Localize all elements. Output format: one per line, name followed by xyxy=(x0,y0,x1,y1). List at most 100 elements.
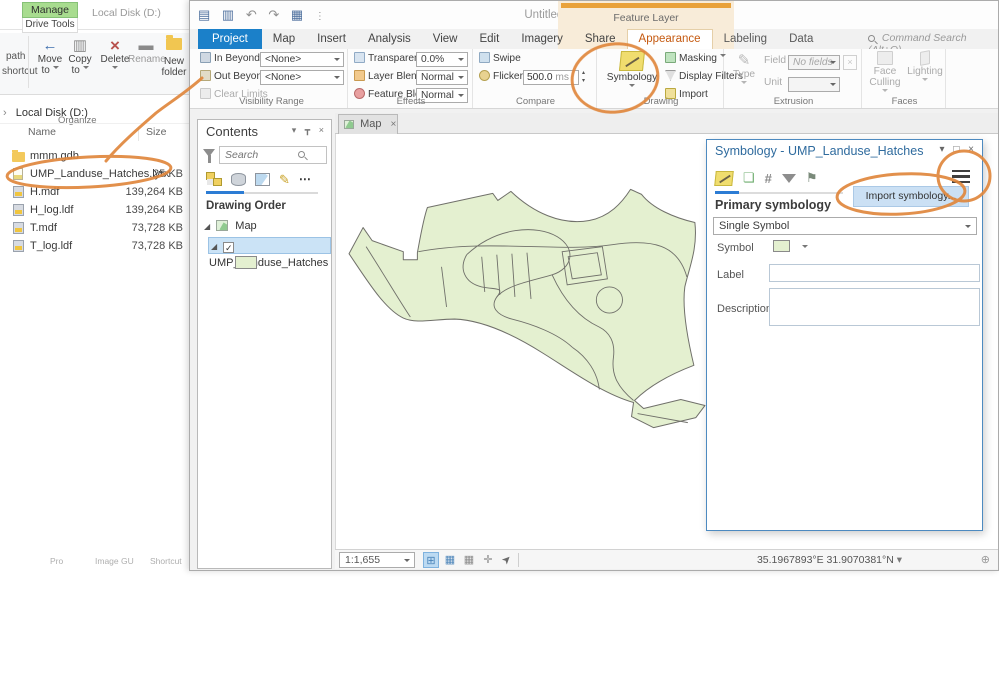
in-beyond-dropdown[interactable]: <None> xyxy=(260,52,344,67)
map-view-tab[interactable]: Map × xyxy=(338,114,398,134)
pane-options-menu-icon[interactable] xyxy=(952,170,970,183)
lighting-button[interactable]: Lighting xyxy=(906,51,944,88)
contents-menu-caret[interactable]: ▾ xyxy=(292,125,300,135)
flicker-spin-down[interactable]: ▾ xyxy=(582,78,585,84)
column-divider[interactable] xyxy=(138,127,139,141)
list-by-selection-icon[interactable] xyxy=(255,173,270,186)
import-symbology-button[interactable]: Import symbology... xyxy=(853,186,969,207)
masking-button[interactable]: Masking xyxy=(665,52,726,67)
list-by-editing-icon[interactable]: ✎ xyxy=(279,173,290,186)
column-name[interactable]: Name xyxy=(28,126,56,138)
contents-more-icon[interactable]: ⋯ xyxy=(299,172,311,186)
symbol-caret[interactable] xyxy=(802,245,808,251)
open-project-button[interactable]: ▥ xyxy=(222,7,238,22)
rename-button[interactable]: ▬ Rename xyxy=(128,38,164,65)
tree-item-layer[interactable]: ◢ ✓ UMP_Landuse_Hatches xyxy=(208,237,331,254)
explorer-drive-tools-tab[interactable]: Drive Tools xyxy=(22,18,78,33)
layer-blend-control[interactable]: Layer Blend xyxy=(354,70,422,85)
extrusion-clear-button[interactable]: × xyxy=(843,55,857,70)
list-by-data-source-icon[interactable] xyxy=(231,173,246,186)
tab-edit[interactable]: Edit xyxy=(468,29,510,49)
label-input[interactable] xyxy=(769,264,980,282)
symbology-button[interactable]: Symbology xyxy=(603,51,661,94)
file-row[interactable]: H.mdf 139,264 KB xyxy=(0,184,189,202)
explorer-address-bar[interactable]: › Local Disk (D:) xyxy=(0,103,189,124)
file-row-lyrx[interactable]: UMP_Landuse_Hatches.lyrx 25 KB xyxy=(0,166,189,184)
file-row[interactable]: H_log.ldf 139,264 KB xyxy=(0,202,189,220)
tab-labeling[interactable]: Labeling xyxy=(713,29,778,49)
tab-analysis[interactable]: Analysis xyxy=(357,29,422,49)
layer-blend-dropdown[interactable]: Normal xyxy=(416,70,468,85)
crosshair-icon[interactable]: ✛ xyxy=(480,552,496,568)
paste-button[interactable]: ▦ xyxy=(291,7,307,22)
undo-button[interactable]: ↶ xyxy=(246,7,261,22)
tab-insert[interactable]: Insert xyxy=(306,29,357,49)
pane-close-icon[interactable]: × xyxy=(968,144,977,155)
layer-visibility-checkbox[interactable]: ✓ xyxy=(223,242,234,253)
contents-search-input[interactable] xyxy=(219,146,327,164)
tab-data[interactable]: Data xyxy=(778,29,824,49)
tree-item-map[interactable]: ◢ Map xyxy=(198,218,331,235)
in-beyond-control[interactable]: In Beyond xyxy=(200,52,260,67)
swipe-button[interactable]: Swipe xyxy=(479,52,521,67)
command-search-box[interactable]: Command Search (Alt+Q) xyxy=(868,32,992,47)
flicker-duration-input[interactable]: 500.0 ms xyxy=(523,70,579,85)
tab-imagery[interactable]: Imagery xyxy=(510,29,574,49)
explorer-manage-tab[interactable]: Manage xyxy=(22,2,78,18)
list-by-drawing-order-icon[interactable] xyxy=(206,172,222,186)
selection-constraints-icon[interactable]: ▦ xyxy=(442,552,458,568)
primary-symbology-dropdown[interactable]: Single Symbol xyxy=(713,217,977,235)
map-tab-close-icon[interactable]: × xyxy=(391,119,397,130)
column-size[interactable]: Size xyxy=(146,126,166,138)
map-coordinates[interactable]: 35.1967893°E 31.9070381°N ▾ xyxy=(757,554,902,566)
paste-shortcut-label-cut[interactable]: shortcut xyxy=(2,66,38,77)
map-scale-dropdown[interactable]: 1:1,655 xyxy=(339,552,415,568)
north-arrow-icon[interactable]: ➤ xyxy=(496,549,519,572)
filter-icon[interactable] xyxy=(203,149,215,157)
vary-symbology-tab-icon[interactable]: ❏ xyxy=(743,170,755,186)
out-beyond-dropdown[interactable]: <None> xyxy=(260,70,344,85)
tab-share[interactable]: Share xyxy=(574,29,627,49)
expander-icon[interactable]: ◢ xyxy=(211,242,217,251)
pane-menu-caret[interactable]: ▾ xyxy=(940,144,948,155)
extrusion-type-button[interactable]: ✎ Type xyxy=(728,51,760,91)
primary-symbology-tab-icon[interactable] xyxy=(714,171,734,186)
delete-button[interactable]: × Delete xyxy=(98,38,132,76)
symbol-swatch[interactable] xyxy=(773,240,790,252)
file-row[interactable]: T_log.ldf 73,728 KB xyxy=(0,238,189,256)
pane-maximize-icon[interactable]: □ xyxy=(953,144,962,155)
flicker-spin-up[interactable]: ▴ xyxy=(582,70,585,76)
symbol-layer-drawing-tab-icon[interactable]: # xyxy=(765,171,772,186)
scale-based-symbology-tab-icon[interactable] xyxy=(782,174,796,183)
grid-toggle-icon[interactable]: ▦ xyxy=(461,552,477,568)
layer-symbol-swatch[interactable] xyxy=(235,256,257,269)
contents-search-icon[interactable] xyxy=(298,151,305,158)
description-input[interactable] xyxy=(769,288,980,326)
copy-path-label-cut[interactable]: path xyxy=(6,51,25,62)
redo-button[interactable]: ↷ xyxy=(268,7,283,22)
face-culling-button[interactable]: Face Culling xyxy=(866,51,904,99)
pin-icon[interactable]: ┳ xyxy=(305,125,313,135)
labels-tab-icon[interactable]: ⚑ xyxy=(806,170,818,186)
contents-close-icon[interactable]: × xyxy=(319,125,327,135)
qat-customize-button[interactable]: ⋮ xyxy=(315,11,329,22)
transparency-dropdown[interactable]: 0.0% xyxy=(416,52,468,67)
snapping-toggle-icon[interactable]: ⊞ xyxy=(423,552,439,568)
tab-project[interactable]: Project xyxy=(198,29,262,49)
copy-to-button[interactable]: ▥ Copy to xyxy=(66,38,94,76)
out-beyond-control[interactable]: Out Beyond xyxy=(200,70,268,85)
copy-to-caret xyxy=(83,66,89,72)
tab-map[interactable]: Map xyxy=(262,29,306,49)
extrusion-field-dropdown[interactable]: No fields xyxy=(788,55,840,70)
extrusion-unit-dropdown[interactable] xyxy=(788,77,840,92)
tab-view[interactable]: View xyxy=(422,29,469,49)
save-project-button[interactable]: ▤ xyxy=(198,7,214,22)
flicker-control[interactable]: Flicker xyxy=(479,70,523,85)
statusbar-globe-icon[interactable]: ⊕ xyxy=(981,553,990,566)
tab-appearance[interactable]: Appearance xyxy=(627,29,713,49)
file-row[interactable]: mmm.gdb xyxy=(0,148,189,166)
expander-icon[interactable]: ◢ xyxy=(204,222,210,231)
move-to-button[interactable]: ← Move to xyxy=(36,38,64,76)
file-row[interactable]: T.mdf 73,728 KB xyxy=(0,220,189,238)
new-folder-button[interactable]: New folder xyxy=(160,38,188,78)
